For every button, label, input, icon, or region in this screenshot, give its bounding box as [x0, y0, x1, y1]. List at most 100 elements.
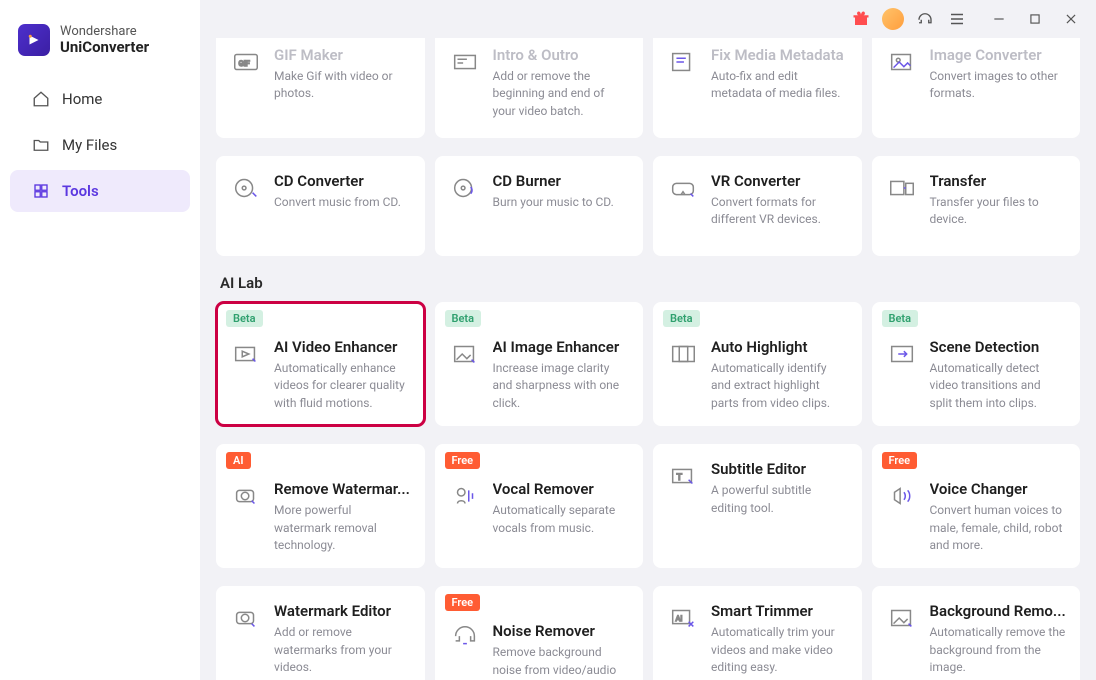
card-desc: A powerful subtitle editing tool.	[711, 482, 848, 517]
card-title: CD Converter	[274, 172, 411, 190]
image-enhance-icon	[449, 338, 481, 370]
svg-text:AI: AI	[676, 614, 683, 623]
transfer-icon	[886, 172, 918, 204]
card-cd-burner[interactable]: CD Burner Burn your music to CD.	[435, 156, 644, 256]
trimmer-icon: AI	[667, 602, 699, 634]
brand-top: Wondershare	[60, 25, 149, 39]
highlight-icon	[667, 338, 699, 370]
sidebar-item-label: Tools	[62, 182, 99, 200]
card-desc: Automatically identify and extract highl…	[711, 360, 848, 412]
card-desc: Increase image clarity and sharpness wit…	[493, 360, 630, 412]
close-button[interactable]	[1060, 8, 1082, 30]
sidebar-item-home[interactable]: Home	[10, 78, 190, 120]
badge-free: Free	[445, 452, 481, 469]
card-title: Smart Trimmer	[711, 602, 848, 620]
app-logo: Wondershare UniConverter	[0, 16, 200, 76]
card-gif-maker[interactable]: GIF GIF Maker Make Gif with video or pho…	[216, 38, 425, 138]
svg-text:GIF: GIF	[239, 59, 250, 68]
card-desc: More powerful watermark removal technolo…	[274, 502, 411, 554]
badge-free: Free	[445, 594, 481, 611]
card-fix-metadata[interactable]: Fix Media Metadata Auto-fix and edit met…	[653, 38, 862, 138]
card-desc: Add or remove watermarks from your video…	[274, 624, 411, 676]
noise-icon	[449, 622, 481, 654]
intro-icon	[449, 46, 481, 78]
badge-beta: Beta	[445, 310, 482, 327]
sidebar-item-myfiles[interactable]: My Files	[10, 124, 190, 166]
card-title: Subtitle Editor	[711, 460, 848, 478]
minimize-button[interactable]	[988, 8, 1010, 30]
svg-text:T: T	[676, 472, 682, 483]
content: GIF GIF Maker Make Gif with video or pho…	[200, 38, 1096, 680]
maximize-button[interactable]	[1024, 8, 1046, 30]
headset-icon[interactable]	[914, 8, 936, 30]
sidebar-item-tools[interactable]: Tools	[10, 170, 190, 212]
card-title: Intro & Outro	[493, 46, 630, 64]
sidebar-item-label: Home	[62, 90, 102, 108]
main-area: GIF GIF Maker Make Gif with video or pho…	[200, 0, 1096, 680]
card-desc: Automatically remove the background from…	[930, 624, 1067, 676]
card-title: AI Image Enhancer	[493, 338, 630, 356]
bg-remove-icon	[886, 602, 918, 634]
card-vr-converter[interactable]: VR Converter Convert formats for differe…	[653, 156, 862, 256]
card-desc: Convert formats for different VR devices…	[711, 194, 848, 229]
card-desc: Automatically trim your videos and make …	[711, 624, 848, 676]
ailab-row-1: Beta AI Video Enhancer Automatically enh…	[216, 302, 1080, 426]
card-image-converter[interactable]: Image Converter Convert images to other …	[872, 38, 1081, 138]
burn-icon	[449, 172, 481, 204]
card-smart-trimmer[interactable]: AI Smart Trimmer Automatically trim your…	[653, 586, 862, 680]
section-ailab-title: AI Lab	[220, 274, 1076, 292]
cd-icon	[230, 172, 262, 204]
card-desc: Automatically separate vocals from music…	[493, 502, 630, 537]
card-title: VR Converter	[711, 172, 848, 190]
badge-ai: AI	[226, 452, 251, 469]
vocal-icon	[449, 480, 481, 512]
card-cd-converter[interactable]: CD Converter Convert music from CD.	[216, 156, 425, 256]
card-title: Auto Highlight	[711, 338, 848, 356]
card-title: Vocal Remover	[493, 480, 630, 498]
card-transfer[interactable]: Transfer Transfer your files to device.	[872, 156, 1081, 256]
card-desc: Transfer your files to device.	[930, 194, 1067, 229]
sidebar-item-label: My Files	[62, 136, 117, 154]
card-desc: Remove background noise from video/audio…	[493, 644, 630, 680]
card-remove-watermark[interactable]: AI Remove Watermar... More powerful wate…	[216, 444, 425, 568]
card-vocal-remover[interactable]: Free Vocal Remover Automatically separat…	[435, 444, 644, 568]
card-scene-detection[interactable]: Beta Scene Detection Automatically detec…	[872, 302, 1081, 426]
card-title: Voice Changer	[930, 480, 1067, 498]
ailab-row-3: Watermark Editor Add or remove watermark…	[216, 586, 1080, 680]
folder-icon	[32, 136, 50, 154]
gift-icon[interactable]	[850, 8, 872, 30]
card-subtitle-editor[interactable]: T Subtitle Editor A powerful subtitle ed…	[653, 444, 862, 568]
home-icon	[32, 90, 50, 108]
card-voice-changer[interactable]: Free Voice Changer Convert human voices …	[872, 444, 1081, 568]
card-noise-remover[interactable]: Free Noise Remover Remove background noi…	[435, 586, 644, 680]
card-title: Background Remo...	[930, 602, 1067, 620]
card-background-remover[interactable]: Background Remo... Automatically remove …	[872, 586, 1081, 680]
window-controls	[988, 8, 1082, 30]
card-desc: Convert human voices to male, female, ch…	[930, 502, 1067, 554]
card-desc: Make Gif with video or photos.	[274, 68, 411, 103]
vr-icon	[667, 172, 699, 204]
card-desc: Add or remove the beginning and end of y…	[493, 68, 630, 120]
badge-beta: Beta	[226, 310, 263, 327]
video-enhance-icon	[230, 338, 262, 370]
menu-icon[interactable]	[946, 8, 968, 30]
card-ai-image-enhancer[interactable]: Beta AI Image Enhancer Increase image cl…	[435, 302, 644, 426]
watermark-editor-icon	[230, 602, 262, 634]
sidebar: Wondershare UniConverter Home My Files T…	[0, 0, 200, 680]
tools-icon	[32, 182, 50, 200]
metadata-icon	[667, 46, 699, 78]
watermark-remove-icon	[230, 480, 262, 512]
card-title: Watermark Editor	[274, 602, 411, 620]
card-title: Transfer	[930, 172, 1067, 190]
card-title: Noise Remover	[493, 622, 630, 640]
card-ai-video-enhancer[interactable]: Beta AI Video Enhancer Automatically enh…	[216, 302, 425, 426]
card-desc: Automatically enhance videos for clearer…	[274, 360, 411, 412]
card-auto-highlight[interactable]: Beta Auto Highlight Automatically identi…	[653, 302, 862, 426]
badge-free: Free	[882, 452, 918, 469]
image-icon	[886, 46, 918, 78]
avatar[interactable]	[882, 8, 904, 30]
card-watermark-editor[interactable]: Watermark Editor Add or remove watermark…	[216, 586, 425, 680]
card-intro-outro[interactable]: Intro & Outro Add or remove the beginnin…	[435, 38, 644, 138]
card-title: CD Burner	[493, 172, 630, 190]
badge-beta: Beta	[663, 310, 700, 327]
